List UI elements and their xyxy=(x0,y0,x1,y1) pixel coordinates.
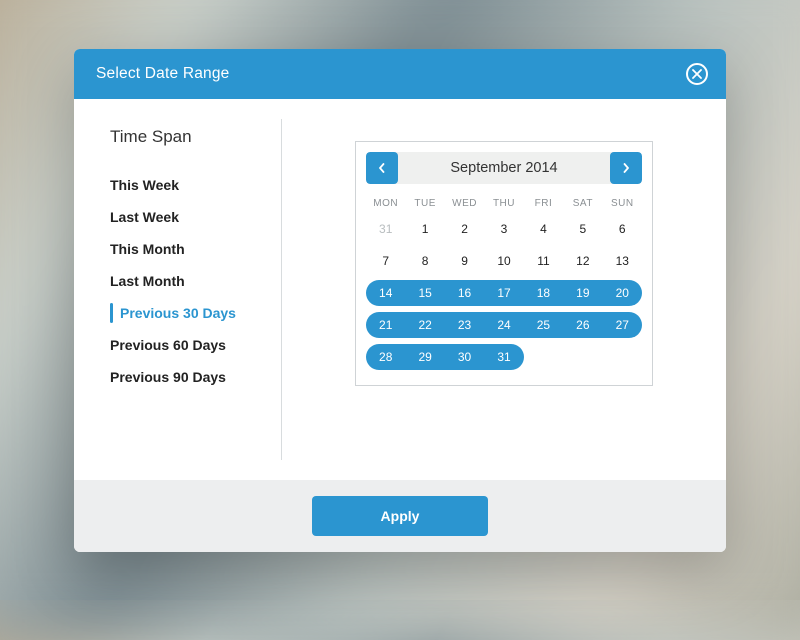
apply-button[interactable]: Apply xyxy=(312,496,488,536)
calendar-day[interactable]: 12 xyxy=(563,248,602,274)
calendar-day[interactable]: 27 xyxy=(603,312,642,338)
calendar-day[interactable]: 31 xyxy=(484,344,523,370)
next-month-button[interactable] xyxy=(610,152,642,184)
time-span-item[interactable]: This Month xyxy=(110,233,282,265)
calendar-day[interactable]: 21 xyxy=(366,312,405,338)
calendar-day[interactable]: 28 xyxy=(366,344,405,370)
calendar-day[interactable]: 16 xyxy=(445,280,484,306)
calendar-dow: FRI xyxy=(524,198,563,209)
calendar-day[interactable]: 25 xyxy=(524,312,563,338)
calendar-day[interactable]: 17 xyxy=(484,280,523,306)
time-span-item[interactable]: Last Week xyxy=(110,201,282,233)
calendar-week-row: 78910111213 xyxy=(366,247,642,275)
calendar-week-row: 21222324252627 xyxy=(366,311,642,339)
calendar-dow: WED xyxy=(445,198,484,209)
calendar-days-grid: 3112345678910111213141516171819202122232… xyxy=(366,215,642,371)
calendar-dow: TUE xyxy=(405,198,444,209)
calendar-day[interactable]: 15 xyxy=(405,280,444,306)
calendar: September 2014 MONTUEWEDTHUFRISATSUN 311… xyxy=(355,141,653,386)
calendar-panel: September 2014 MONTUEWEDTHUFRISATSUN 311… xyxy=(282,99,726,480)
modal-header: Select Date Range xyxy=(74,49,726,99)
calendar-month-label: September 2014 xyxy=(398,160,610,176)
calendar-day[interactable]: 5 xyxy=(563,216,602,242)
calendar-dow-row: MONTUEWEDTHUFRISATSUN xyxy=(366,198,642,209)
modal-body: Time Span This WeekLast WeekThis MonthLa… xyxy=(74,99,726,480)
chevron-right-icon xyxy=(622,163,630,173)
calendar-day[interactable]: 8 xyxy=(405,248,444,274)
calendar-day-out[interactable]: 31 xyxy=(366,216,405,242)
date-range-modal: Select Date Range Time Span This WeekLas… xyxy=(74,49,726,552)
modal-footer: Apply xyxy=(74,480,726,552)
calendar-day[interactable]: 4 xyxy=(524,216,563,242)
calendar-day[interactable]: 3 xyxy=(484,216,523,242)
calendar-day[interactable]: 30 xyxy=(445,344,484,370)
calendar-dow: SUN xyxy=(603,198,642,209)
time-span-item[interactable]: This Week xyxy=(110,169,282,201)
calendar-day[interactable]: 26 xyxy=(563,312,602,338)
calendar-day[interactable]: 1 xyxy=(405,216,444,242)
calendar-day[interactable]: 9 xyxy=(445,248,484,274)
time-span-item[interactable]: Last Month xyxy=(110,265,282,297)
calendar-day[interactable]: 19 xyxy=(563,280,602,306)
calendar-day[interactable]: 22 xyxy=(405,312,444,338)
modal-title: Select Date Range xyxy=(96,65,230,83)
close-icon xyxy=(692,69,702,79)
calendar-day[interactable]: 24 xyxy=(484,312,523,338)
calendar-dow: MON xyxy=(366,198,405,209)
prev-month-button[interactable] xyxy=(366,152,398,184)
calendar-day[interactable]: 11 xyxy=(524,248,563,274)
calendar-day[interactable]: 18 xyxy=(524,280,563,306)
time-span-title: Time Span xyxy=(110,127,282,147)
calendar-day[interactable]: 20 xyxy=(603,280,642,306)
calendar-day[interactable]: 7 xyxy=(366,248,405,274)
time-span-sidebar: Time Span This WeekLast WeekThis MonthLa… xyxy=(74,99,282,480)
calendar-week-row: 31123456 xyxy=(366,215,642,243)
calendar-week-row: 14151617181920 xyxy=(366,279,642,307)
calendar-day[interactable]: 14 xyxy=(366,280,405,306)
calendar-dow: THU xyxy=(484,198,523,209)
time-span-list: This WeekLast WeekThis MonthLast MonthPr… xyxy=(110,169,282,393)
calendar-day[interactable]: 29 xyxy=(405,344,444,370)
time-span-item[interactable]: Previous 30 Days xyxy=(110,297,282,329)
calendar-day[interactable]: 13 xyxy=(603,248,642,274)
calendar-week-row: 28293031 xyxy=(366,343,642,371)
calendar-day[interactable]: 10 xyxy=(484,248,523,274)
time-span-item[interactable]: Previous 90 Days xyxy=(110,361,282,393)
time-span-item[interactable]: Previous 60 Days xyxy=(110,329,282,361)
calendar-day[interactable]: 6 xyxy=(603,216,642,242)
calendar-day[interactable]: 2 xyxy=(445,216,484,242)
calendar-day[interactable]: 23 xyxy=(445,312,484,338)
close-button[interactable] xyxy=(686,63,708,85)
chevron-left-icon xyxy=(378,163,386,173)
calendar-dow: SAT xyxy=(563,198,602,209)
calendar-header: September 2014 xyxy=(366,152,642,184)
